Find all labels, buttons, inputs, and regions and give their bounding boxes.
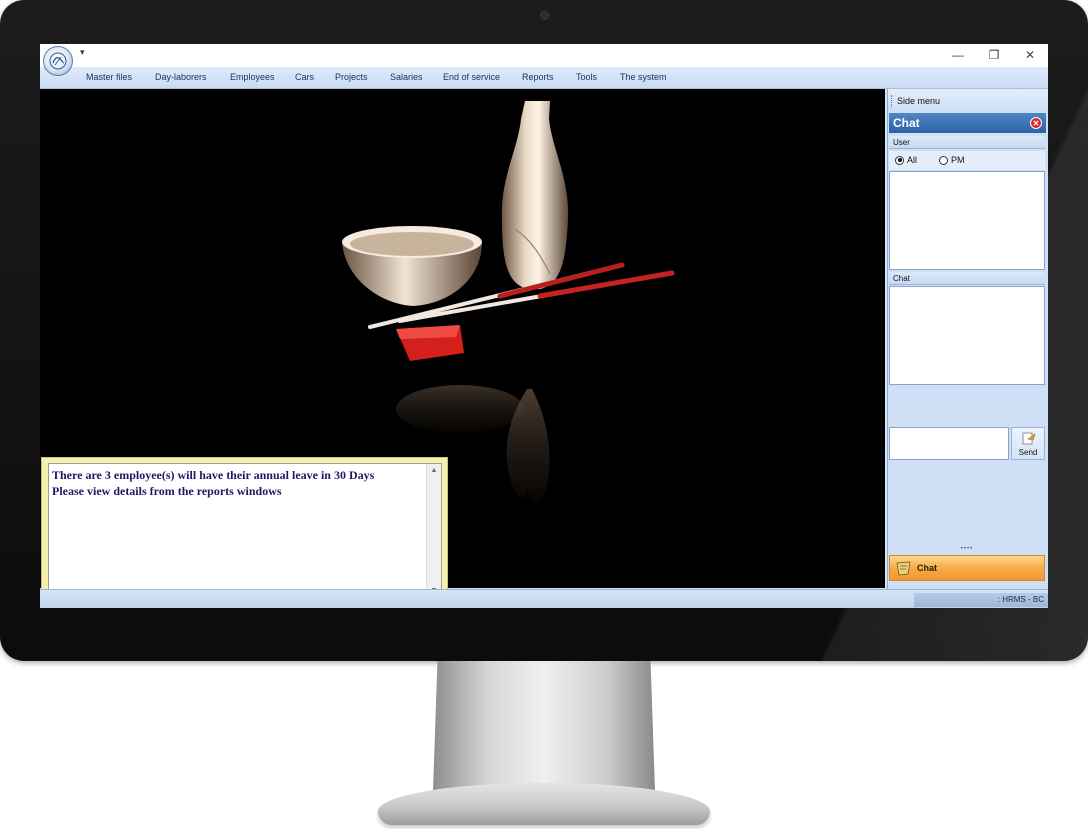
- side-menu-panel: Side menu Chat ✕ User All PM Chat Send •…: [887, 89, 1048, 589]
- chat-title: Chat: [893, 116, 920, 130]
- menu-end-of-service[interactable]: End of service: [443, 72, 500, 82]
- menu-salaries[interactable]: Salaries: [390, 72, 423, 82]
- side-menu-title: Side menu: [897, 96, 941, 106]
- radio-all[interactable]: All: [895, 155, 917, 165]
- quick-access-dropdown[interactable]: ▾: [80, 47, 85, 58]
- notification-line-2: Please view details from the reports win…: [52, 484, 282, 498]
- menu-tools[interactable]: Tools: [576, 72, 597, 82]
- monitor-bezel: ▾ — ❐ ✕ Master files Day-laborers Employ…: [0, 0, 1088, 661]
- notification-line-1: There are 3 employee(s) will have their …: [52, 468, 375, 482]
- app-logo-icon[interactable]: [43, 46, 73, 76]
- chat-icon: [896, 561, 911, 576]
- chat-message-input[interactable]: [889, 427, 1009, 460]
- close-icon[interactable]: ✕: [1030, 117, 1042, 129]
- chat-tab-button[interactable]: Chat: [889, 555, 1045, 581]
- user-list[interactable]: [889, 171, 1045, 270]
- restore-button[interactable]: ❐: [976, 44, 1012, 66]
- side-menu-header: Side menu: [888, 89, 1048, 111]
- close-button[interactable]: ✕: [1012, 44, 1048, 66]
- send-icon: [1022, 432, 1036, 445]
- monitor-base: [378, 783, 710, 825]
- scroll-up-icon[interactable]: ▲: [427, 464, 441, 478]
- chat-history[interactable]: [889, 286, 1045, 385]
- send-label: Send: [1018, 448, 1038, 457]
- radio-selected-icon: [895, 155, 904, 165]
- menu-the-system[interactable]: The system: [620, 72, 667, 82]
- radio-empty-icon: [939, 155, 948, 165]
- window-controls: — ❐ ✕: [940, 44, 1048, 66]
- monitor-stand: [433, 661, 655, 791]
- title-bar: ▾ — ❐ ✕: [40, 44, 1048, 67]
- status-bar: : HRMS - BC: [40, 589, 1048, 608]
- notification-textbox[interactable]: There are 3 employee(s) will have their …: [48, 463, 442, 599]
- menu-cars[interactable]: Cars: [295, 72, 314, 82]
- menu-projects[interactable]: Projects: [335, 72, 368, 82]
- app-window: ▾ — ❐ ✕ Master files Day-laborers Employ…: [40, 44, 1048, 608]
- leave-notification-panel: There are 3 employee(s) will have their …: [41, 457, 448, 605]
- chat-tab-label: Chat: [917, 563, 937, 573]
- menu-master-files[interactable]: Master files: [86, 72, 132, 82]
- menu-reports[interactable]: Reports: [522, 72, 554, 82]
- notification-scrollbar[interactable]: ▲ ▼: [426, 464, 441, 598]
- minimize-button[interactable]: —: [940, 44, 976, 66]
- menu-bar: Master files Day-laborers Employees Cars…: [40, 67, 1048, 89]
- user-section-label: User: [889, 136, 1045, 149]
- grip-icon[interactable]: [891, 95, 894, 107]
- main-workspace: There are 3 employee(s) will have their …: [40, 89, 885, 605]
- chat-section-label: Chat: [889, 272, 1045, 285]
- menu-employees[interactable]: Employees: [230, 72, 275, 82]
- chat-header: Chat ✕: [889, 113, 1046, 133]
- radio-pm[interactable]: PM: [939, 155, 965, 165]
- send-button[interactable]: Send: [1011, 427, 1045, 460]
- user-filter: All PM: [889, 151, 1045, 170]
- splitter-handle[interactable]: ••••: [889, 546, 1045, 553]
- menu-day-laborers[interactable]: Day-laborers: [155, 72, 207, 82]
- camera: [540, 11, 549, 20]
- status-app-name: : HRMS - BC: [914, 593, 1048, 607]
